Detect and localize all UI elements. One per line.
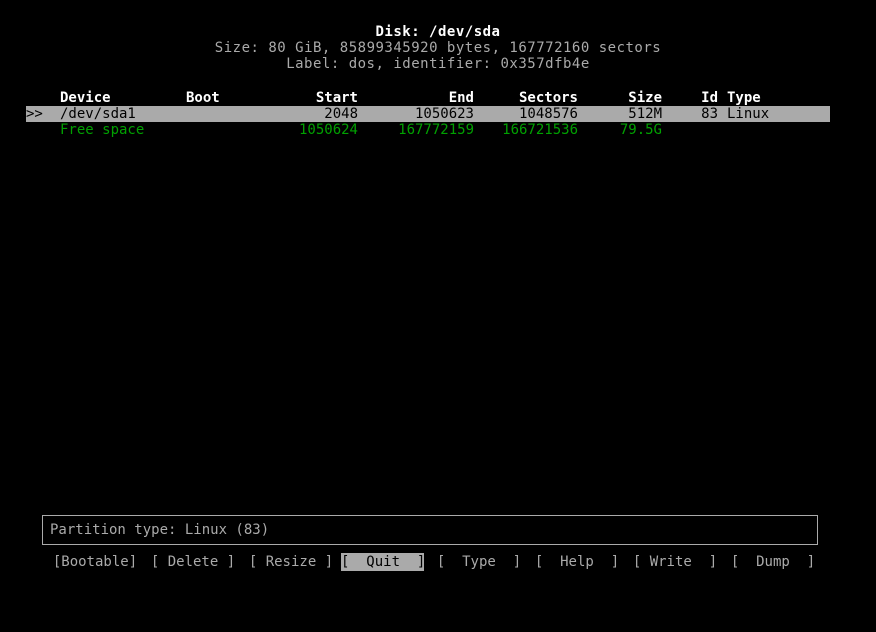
row-device: /dev/sda1 — [60, 106, 136, 122]
resize-button[interactable]: [ Resize ] — [244, 553, 338, 571]
disk-size-line: Size: 80 GiB, 85899345920 bytes, 1677721… — [214, 40, 662, 56]
help-button[interactable]: [ Help ] — [530, 553, 624, 571]
column-header-start: Start — [315, 90, 358, 106]
row-boot — [186, 106, 236, 122]
row-device: Free space — [60, 122, 145, 138]
type-button[interactable]: [ Type ] — [432, 553, 526, 571]
column-header-type: Type — [727, 90, 761, 106]
disk-label-line: Label: dos, identifier: 0x357dfb4e — [286, 56, 590, 72]
disk-header: Disk: /dev/sda Size: 80 GiB, 85899345920… — [0, 24, 876, 72]
table-row[interactable]: >> /dev/sda1 2048 1050623 1048576 512M 8… — [26, 106, 830, 122]
column-header-id: Id — [701, 90, 718, 106]
row-start: 1050624 — [298, 122, 358, 138]
action-button-bar: [Bootable] [ Delete ] [ Resize ] [ Quit … — [0, 553, 876, 573]
dump-button[interactable]: [ Dump ] — [726, 553, 820, 571]
partition-table: Device Boot Start End Sectors Size Id Ty… — [0, 90, 876, 138]
row-type: Linux — [727, 106, 770, 122]
row-id — [676, 122, 718, 138]
partition-type-text: Partition type: Linux (83) — [50, 522, 270, 538]
row-end: 167772159 — [398, 122, 474, 138]
row-type — [727, 122, 837, 138]
row-sectors: 1048576 — [518, 106, 578, 122]
cfdisk-screen: Disk: /dev/sda Size: 80 GiB, 85899345920… — [0, 0, 876, 632]
delete-button[interactable]: [ Delete ] — [146, 553, 240, 571]
quit-button[interactable]: [ Quit ] — [341, 553, 425, 571]
table-header-row: Device Boot Start End Sectors Size Id Ty… — [0, 90, 876, 106]
row-end: 1050623 — [414, 106, 474, 122]
row-boot — [186, 122, 236, 138]
row-size: 79.5G — [619, 122, 662, 138]
column-header-sectors: Sectors — [518, 90, 578, 106]
row-sectors: 166721536 — [502, 122, 578, 138]
row-start: 2048 — [324, 106, 358, 122]
column-header-boot: Boot — [186, 90, 220, 106]
disk-title: Disk: /dev/sda — [375, 24, 501, 40]
selection-marker: >> — [26, 106, 43, 122]
table-row[interactable]: Free space 1050624 167772159 166721536 7… — [0, 122, 876, 138]
row-id: 83 — [701, 106, 718, 122]
write-button[interactable]: [ Write ] — [628, 553, 722, 571]
row-size: 512M — [628, 106, 662, 122]
column-header-end: End — [448, 90, 474, 106]
column-header-size: Size — [628, 90, 662, 106]
bootable-button[interactable]: [Bootable] — [48, 553, 142, 571]
column-header-device: Device — [60, 90, 111, 106]
partition-info-box: Partition type: Linux (83) — [42, 515, 818, 545]
